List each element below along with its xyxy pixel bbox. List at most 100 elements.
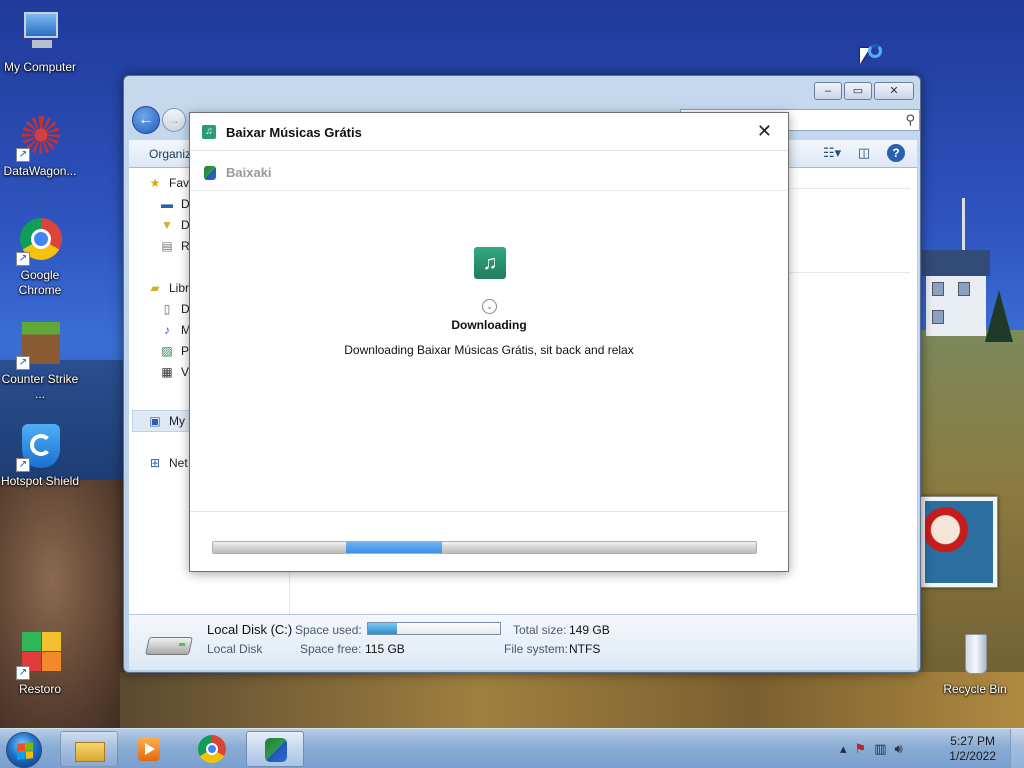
row-divider: [790, 272, 910, 273]
baixaki-logo-icon: [204, 166, 216, 180]
nav-lib-videos[interactable]: ▦ V: [159, 362, 189, 382]
status-heading: Downloading: [451, 318, 527, 332]
nav-lib-documents[interactable]: ▯ D: [159, 299, 190, 319]
star-icon: ★: [149, 176, 161, 190]
recycle-bin-icon: [951, 632, 999, 680]
desktop-icon-label: My Computer: [3, 60, 77, 74]
chrome-icon: ↗: [16, 218, 64, 266]
status-text: Downloading Baixar Músicas Grátis, sit b…: [344, 343, 634, 357]
dialog-titlebar[interactable]: ♫ Baixar Músicas Grátis ✕: [190, 113, 788, 151]
computer-icon: [16, 10, 64, 58]
nav-fav-downloads[interactable]: ▼ D: [159, 215, 190, 235]
network-icon[interactable]: ▥: [874, 741, 886, 757]
taskbar-explorer-button[interactable]: [60, 731, 118, 767]
space-free-value: 115 GB: [365, 642, 405, 656]
nav-fav-desktop[interactable]: ▬ D: [159, 194, 190, 214]
close-button[interactable]: ✕: [874, 82, 914, 100]
desktop-wallpaper-ground: [120, 672, 1024, 730]
show-hidden-icons-icon[interactable]: ▴: [840, 741, 847, 757]
view-options-icon[interactable]: ☷▾: [823, 144, 841, 162]
video-film-icon: ▦: [161, 365, 173, 379]
drive-type: Local Disk: [207, 642, 263, 656]
chevron-down-circle-icon: ⌄: [482, 299, 497, 314]
nav-libraries[interactable]: ▰ Libr: [147, 278, 189, 298]
library-folder-icon: ▰: [150, 281, 160, 295]
forward-button[interactable]: →: [162, 108, 186, 132]
show-desktop-button[interactable]: [1010, 729, 1024, 768]
shield-icon: ↗: [16, 424, 64, 472]
file-system-value: NTFS: [569, 642, 601, 656]
windows-logo-icon: [17, 742, 33, 760]
desktop-icon-label: Counter Strike ...: [1, 372, 79, 401]
desktop-icon-recycle-bin[interactable]: Recycle Bin: [935, 632, 1015, 697]
hard-drive-icon: [145, 629, 193, 659]
clock-date: 1/2/2022: [949, 749, 996, 763]
music-note-icon: ♫: [202, 125, 216, 139]
wallpaper-tree: [985, 290, 1013, 342]
dialog-footer-divider: [190, 511, 788, 512]
total-size-label: Total size:: [513, 623, 567, 637]
dialog-close-button[interactable]: ✕: [757, 121, 772, 142]
desktop-icon-my-computer[interactable]: My Computer: [0, 10, 80, 75]
taskbar-installer-button[interactable]: [246, 731, 304, 767]
desktop-icon-restoro[interactable]: ↗ Restoro: [0, 632, 80, 697]
baixaki-logo-icon: [261, 736, 291, 764]
nav-lib-pictures[interactable]: ▨ P: [159, 341, 189, 361]
nav-fav-recent[interactable]: ▤ R: [159, 236, 189, 256]
nav-network[interactable]: ⊞ Net: [147, 453, 188, 473]
nav-favorites[interactable]: ★ Fav: [147, 173, 189, 193]
network-icon: ⊞: [149, 456, 161, 470]
music-note-icon: ♪: [164, 323, 170, 337]
brand-header: Baixaki: [190, 153, 788, 191]
folder-icon: [75, 736, 105, 764]
desktop-icon: ▬: [161, 197, 173, 211]
nav-my-computer[interactable]: ▣ My: [147, 411, 185, 431]
clock[interactable]: 5:27 PM 1/2/2022: [949, 734, 996, 764]
wallpaper-house: [922, 250, 990, 342]
music-app-icon: ♫: [474, 247, 506, 279]
desktop-icon-counter-strike[interactable]: ↗ Counter Strike ...: [0, 322, 80, 402]
organize-button[interactable]: Organiz: [149, 147, 191, 161]
volume-icon[interactable]: 🔊︎: [894, 741, 902, 757]
desktop-icon-label: Hotspot Shield: [0, 474, 80, 488]
space-free-label: Space free:: [300, 642, 362, 656]
minecraft-block-icon: ↗: [16, 322, 64, 370]
search-icon: ⚲: [905, 112, 915, 127]
taskbar-media-player-button[interactable]: [120, 731, 178, 767]
preview-pane-icon[interactable]: ◫: [855, 144, 873, 162]
back-button[interactable]: ←: [132, 106, 160, 134]
total-size-value: 149 GB: [569, 623, 610, 637]
desktop-icon-label: DataWagon...: [3, 164, 77, 178]
desktop-icon-google-chrome[interactable]: ↗ Google Chrome: [0, 218, 80, 298]
action-center-flag-icon[interactable]: ⚑: [855, 741, 867, 757]
space-used-bar: [367, 622, 501, 635]
downloads-folder-icon: ▼: [161, 218, 173, 232]
taskbar-chrome-button[interactable]: [184, 731, 242, 767]
chrome-icon: [198, 735, 228, 763]
desktop-icon-hotspot-shield[interactable]: ↗ Hotspot Shield: [0, 424, 80, 489]
documents-icon: ▯: [163, 302, 171, 316]
nav-lib-music[interactable]: ♪ M: [159, 320, 191, 340]
column-divider: [790, 188, 910, 189]
start-button[interactable]: [6, 732, 42, 768]
datawagon-icon: ↗: [16, 114, 64, 162]
taskbar: ▴ ⚑ ▥ 🔊︎ 5:27 PM 1/2/2022: [0, 728, 1024, 768]
maximize-button[interactable]: ▭: [844, 82, 872, 100]
busy-cursor: [860, 44, 884, 70]
santa-photo-gadget[interactable]: [920, 496, 998, 588]
clock-time: 5:27 PM: [950, 734, 995, 748]
desktop-icon-label: Recycle Bin: [943, 682, 1007, 696]
installer-dialog[interactable]: ♫ Baixar Músicas Grátis ✕ Baixaki ♫ ⌄ Do…: [189, 112, 789, 572]
dialog-title: Baixar Músicas Grátis: [226, 125, 362, 140]
desktop-icon-datawagon[interactable]: ↗ DataWagon...: [0, 114, 80, 179]
desktop-icon-label: Restoro: [18, 682, 62, 696]
computer-icon: ▣: [149, 414, 161, 428]
drive-name: Local Disk (C:): [207, 622, 293, 637]
space-used-label: Space used:: [295, 623, 362, 637]
file-system-label: File system:: [504, 642, 569, 656]
help-icon[interactable]: ?: [887, 144, 905, 162]
download-progress-bar: [212, 541, 757, 554]
minimize-button[interactable]: ‒: [814, 82, 842, 100]
desktop-icon-label: Google Chrome: [18, 268, 62, 297]
pictures-icon: ▨: [161, 344, 173, 358]
